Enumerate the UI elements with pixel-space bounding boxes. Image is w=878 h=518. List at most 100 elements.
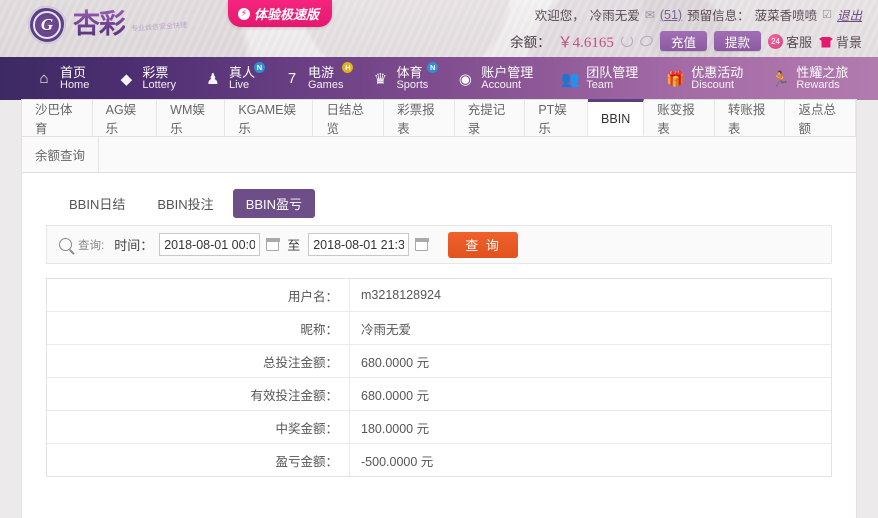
search-icon (59, 238, 72, 251)
date-range-separator: 至 (287, 238, 301, 253)
tab-WM娱乐[interactable]: WM娱乐 (157, 100, 226, 136)
nav-item-home[interactable]: ⌂ 首页 Home (34, 57, 102, 100)
balance-amount: ￥4.6165 (557, 34, 614, 51)
date-to-input[interactable] (308, 233, 410, 256)
header-balance-row: 余额： ￥4.6165 充值 提款 24 客服 背景 (510, 30, 862, 52)
nav-label-en: Live (228, 78, 250, 91)
logo-wordmark: 杏彩 (73, 9, 126, 40)
tab-返点总额[interactable]: 返点总额 (785, 100, 857, 136)
speed-badge-icon: ⚡ (238, 7, 250, 20)
tab-日结总览[interactable]: 日结总览 (313, 100, 385, 136)
trophy-icon: ♛ (373, 70, 388, 88)
tab-label: WM娱乐 (170, 103, 205, 136)
nav-item-account[interactable]: ◉ 账户管理 Account (455, 57, 546, 100)
result-row-label: 盈亏金额： (47, 444, 350, 476)
edit-icon[interactable]: ☑ (822, 8, 832, 21)
eye-icon[interactable] (638, 34, 655, 48)
logo-slogan: 专业诚信安全快捷 (130, 22, 188, 33)
calendar-icon[interactable] (265, 237, 280, 251)
gift-icon: 🎁 (665, 70, 685, 88)
background-label: 背景 (835, 34, 862, 50)
nav-label-cn: 体育 (396, 64, 423, 80)
nav-item-label: 团队管理 Team (586, 66, 638, 91)
tab-KGAME娱乐[interactable]: KGAME娱乐 (225, 100, 314, 136)
nav-label-en: Rewards (796, 78, 840, 91)
nav-badge-icon: H (342, 62, 354, 73)
tab-label: 返点总额 (798, 103, 836, 136)
results-table: 用户名： m3218128924 昵称： 冷雨无爱 总投注金额： 680.0000 元有效… (46, 278, 832, 477)
account-username: 冷雨无爱 (589, 9, 640, 23)
nav-item-discount[interactable]: 🎁 优惠活动 Discount (665, 57, 756, 100)
nav-label-en: Lottery (142, 78, 176, 91)
report-tab-bar: 沙巴体育 AG娱乐 WM娱乐 KGAME娱乐 日结总览 彩票报表 充提记录 PT娱乐 BBIN 账… (22, 99, 857, 137)
subtab-BBIN盈亏[interactable]: BBIN盈亏 (232, 188, 316, 218)
home-icon: ⌂ (39, 70, 49, 87)
tab-BBIN[interactable]: BBIN (588, 99, 645, 136)
nav-label-cn: 真人 (228, 64, 255, 80)
ticket-icon: ◆ (120, 70, 133, 88)
tab-label: AG娱乐 (105, 103, 137, 136)
background-switch-link[interactable]: 背景 (819, 32, 862, 51)
result-row-value: 180.0000 元 (361, 421, 430, 436)
tab-沙巴体育[interactable]: 沙巴体育 (22, 100, 93, 136)
query-toolbar: 查询: 时间： 至 查 询 (46, 225, 832, 264)
deposit-button[interactable]: 充值 (659, 31, 707, 51)
nav-item-live[interactable]: ♟ 真人 Live N (203, 57, 268, 100)
table-row: 有效投注金额： 680.0000 元 (47, 378, 831, 411)
refresh-icon[interactable] (620, 35, 633, 47)
tab-AG娱乐[interactable]: AG娱乐 (92, 100, 158, 136)
report-tab-bar-secondary: 余额查询 (22, 137, 856, 173)
rewards-icon: 🏃 (770, 70, 790, 88)
nav-item-label: 首页 Home (60, 66, 89, 91)
tab-转账报表[interactable]: 转账报表 (714, 100, 786, 136)
site-logo[interactable]: G 杏彩 专业诚信安全快捷 (28, 6, 187, 44)
calendar-icon[interactable] (414, 237, 429, 251)
result-row-label: 中奖金额： (47, 411, 350, 443)
result-row-value: 680.0000 元 (361, 355, 430, 370)
main-navigation: ⌂ 首页 Home ◆ 彩票 Lottery ♟ 真人 Live N 7 电游 Games H ♛ 体育 Spo… (0, 57, 878, 100)
nav-label-cn: 彩票 (142, 64, 169, 80)
nav-label-cn: 团队管理 (586, 64, 639, 80)
result-row-value: 冷雨无爱 (361, 322, 412, 337)
subtab-BBIN日结[interactable]: BBIN日结 (56, 189, 138, 218)
table-row: 用户名： m3218128924 (47, 279, 831, 312)
result-row-value: m3218128924 (361, 288, 441, 302)
logout-link[interactable]: 退出 (837, 5, 862, 24)
subtab-label: BBIN投注 (157, 196, 214, 212)
nav-label-cn: 首页 (60, 64, 87, 80)
mail-icon[interactable]: ✉ (645, 8, 655, 22)
result-row-label: 昵称： (47, 312, 350, 344)
tab-充提记录[interactable]: 充提记录 (454, 100, 526, 136)
speed-version-badge[interactable]: ⚡ 体验极速版 (228, 0, 333, 27)
slot-icon: 7 (287, 70, 297, 87)
withdraw-button[interactable]: 提款 (713, 31, 761, 51)
tab-账变报表[interactable]: 账变报表 (644, 100, 715, 136)
tab-label: KGAME娱乐 (238, 103, 296, 136)
tab-label: 充提记录 (467, 103, 506, 136)
search-submit-button[interactable]: 查 询 (448, 231, 518, 258)
tab-余额查询[interactable]: 余额查询 (22, 137, 100, 172)
time-label: 时间： (114, 238, 154, 253)
result-row-value: -500.0000 元 (361, 454, 434, 469)
tab-label: 日结总览 (326, 103, 364, 136)
tab-PT娱乐[interactable]: PT娱乐 (525, 100, 589, 136)
welcome-prefix: 欢迎您， (534, 9, 585, 23)
content-panel: 沙巴体育 AG娱乐 WM娱乐 KGAME娱乐 日结总览 彩票报表 充提记录 PT娱乐 BBIN 账… (22, 99, 857, 518)
nav-item-label: 账户管理 Account (481, 66, 533, 91)
customer-service-link[interactable]: 24 客服 (767, 32, 812, 51)
nav-label-cn: 优惠活动 (691, 64, 744, 80)
nav-item-label: 体育 Sports (396, 66, 428, 91)
date-from-input[interactable] (159, 233, 261, 256)
subtab-BBIN投注[interactable]: BBIN投注 (144, 189, 226, 218)
nav-item-lottery[interactable]: ◆ 彩票 Lottery (116, 57, 189, 100)
nav-label-en: Team (586, 78, 614, 91)
result-row-label: 总投注金额： (47, 345, 350, 377)
nav-item-rewards[interactable]: 🏃 性耀之旅 Rewards (770, 57, 861, 100)
tab-彩票报表[interactable]: 彩票报表 (384, 100, 455, 136)
reserve-info-value: 菠菜香喷喷 (754, 9, 818, 23)
shirt-icon (819, 35, 833, 48)
nav-item-games[interactable]: 7 电游 Games H (282, 57, 356, 100)
message-count-link[interactable]: (51) (660, 8, 682, 22)
nav-item-team[interactable]: 👥 团队管理 Team (560, 57, 651, 100)
nav-item-sports[interactable]: ♛ 体育 Sports N (370, 57, 441, 100)
